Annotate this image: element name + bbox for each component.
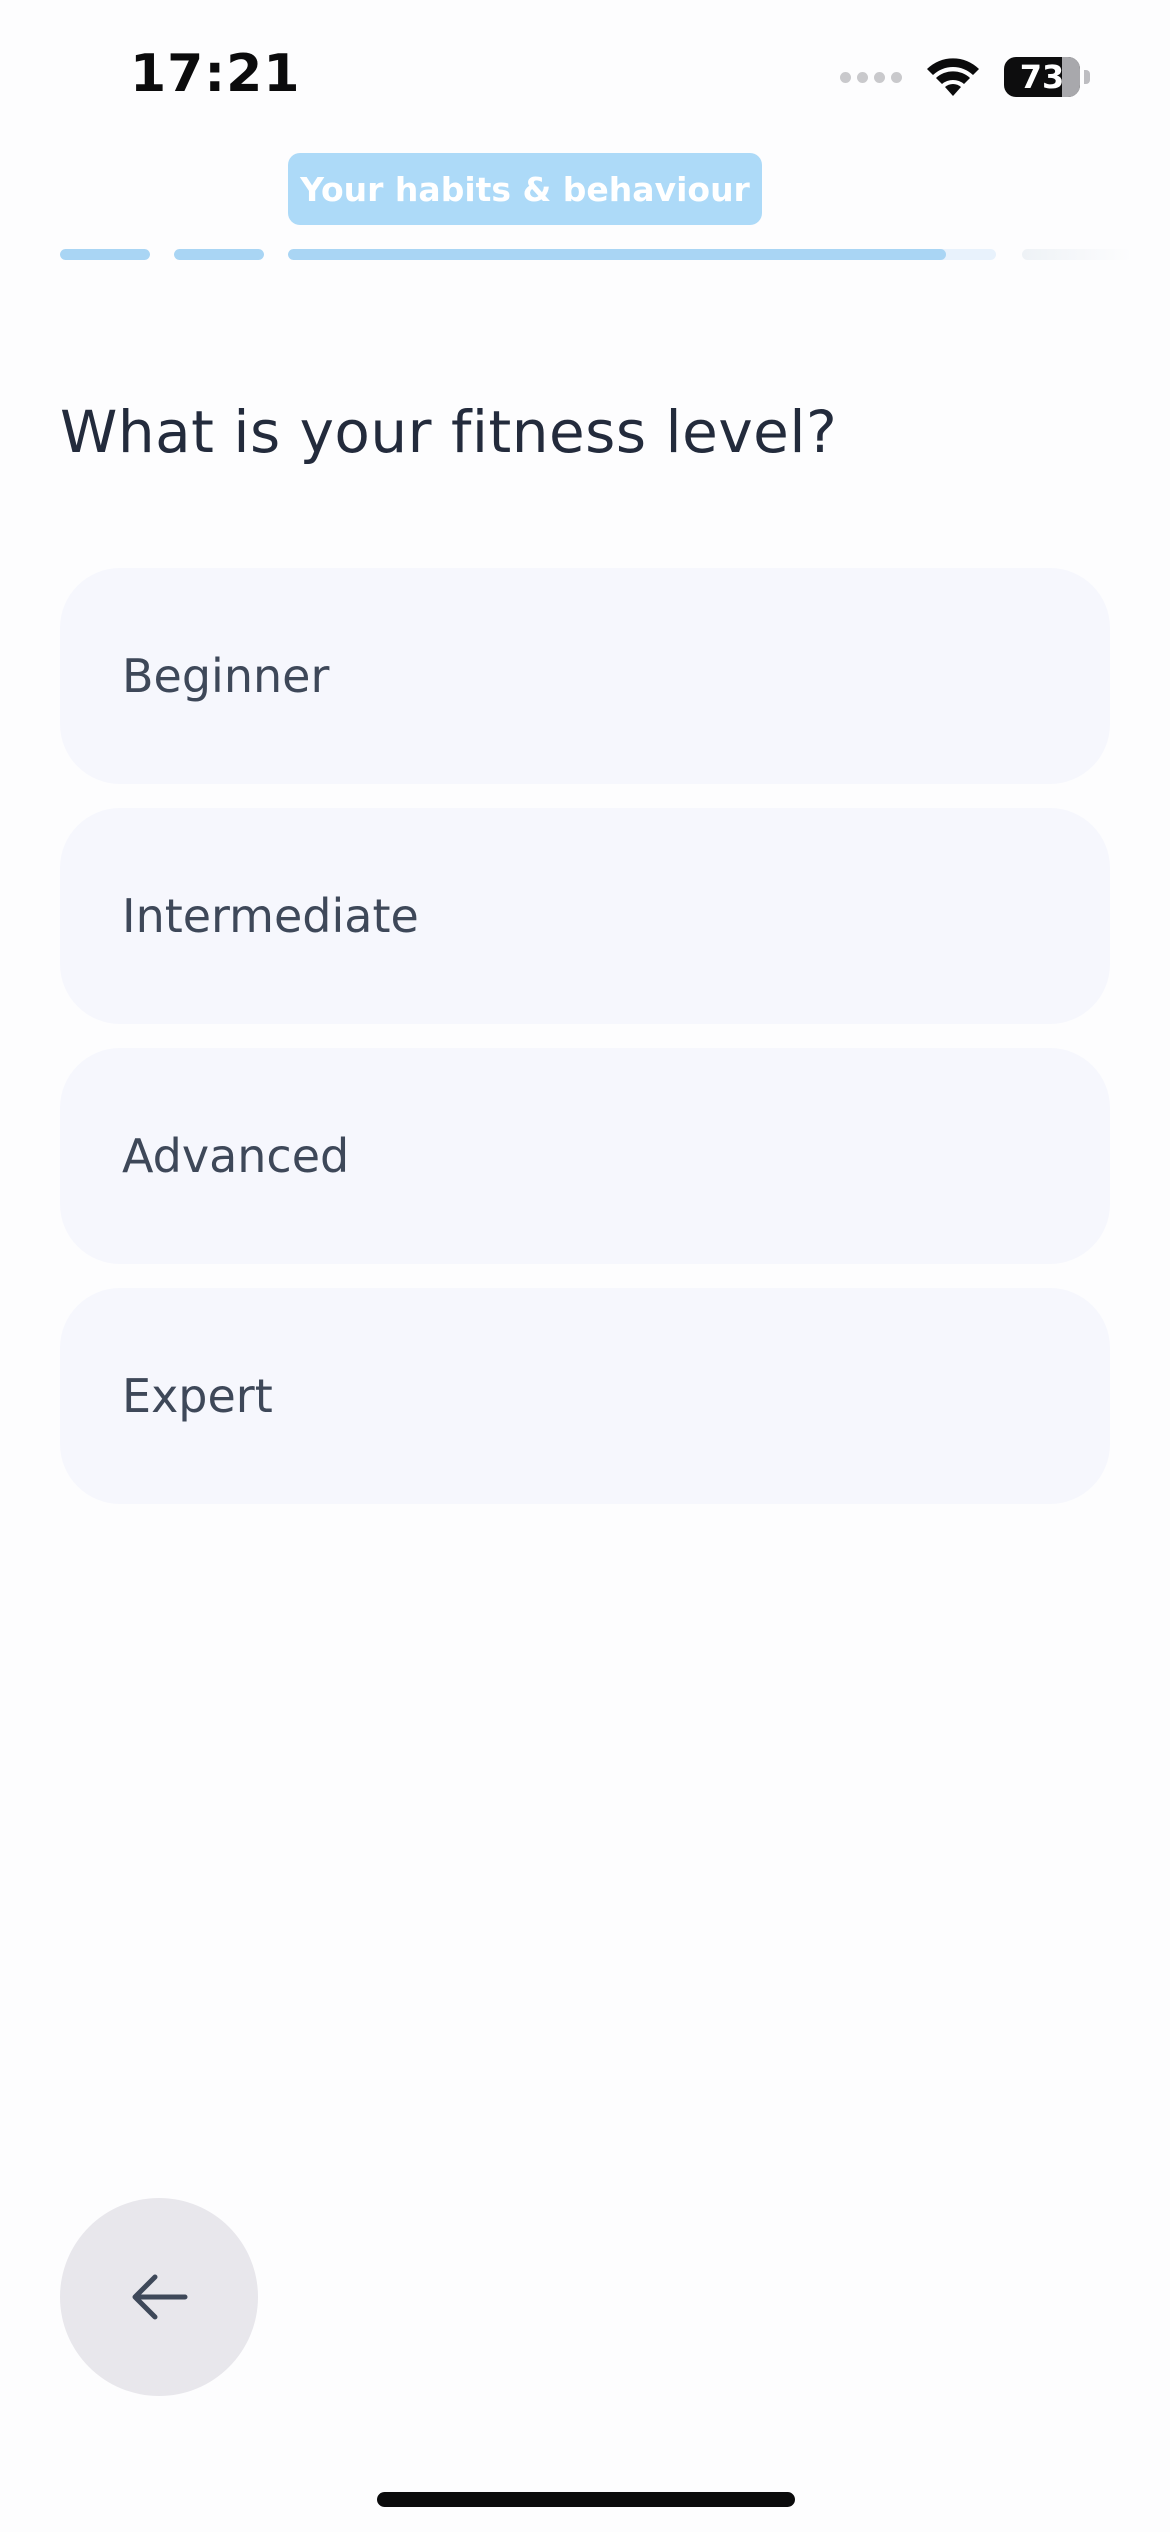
section-label: Your habits & behaviour — [288, 153, 762, 225]
option-label: Advanced — [122, 1129, 350, 1183]
progress-segment-4 — [1022, 249, 1132, 260]
back-button[interactable] — [60, 2198, 258, 2396]
progress-fill-3 — [288, 249, 947, 260]
progress-fill-2 — [174, 249, 264, 260]
option-advanced[interactable]: Advanced — [60, 1048, 1110, 1264]
signal-dots-icon — [840, 71, 902, 83]
progress-segment-3 — [288, 249, 996, 260]
arrow-left-icon — [132, 2274, 188, 2320]
battery-nub — [1084, 70, 1090, 84]
option-beginner[interactable]: Beginner — [60, 568, 1110, 784]
option-label: Beginner — [122, 649, 330, 703]
battery-icon: 73 — [1004, 57, 1080, 97]
option-intermediate[interactable]: Intermediate — [60, 808, 1110, 1024]
option-expert[interactable]: Expert — [60, 1288, 1110, 1504]
option-label: Expert — [122, 1369, 273, 1423]
status-time: 17:21 — [130, 44, 301, 104]
battery-level: 73 — [1019, 58, 1065, 96]
progress-fill-1 — [60, 249, 150, 260]
status-icons: 73 — [840, 52, 1090, 102]
progress-segment-1 — [60, 249, 150, 260]
option-label: Intermediate — [122, 889, 419, 943]
screen: 17:21 73 Your habits & behaviour What is… — [0, 0, 1170, 2532]
question-title: What is your fitness level? — [60, 398, 838, 466]
wifi-icon — [927, 58, 979, 96]
home-indicator — [377, 2492, 795, 2507]
progress-segment-2 — [174, 249, 264, 260]
